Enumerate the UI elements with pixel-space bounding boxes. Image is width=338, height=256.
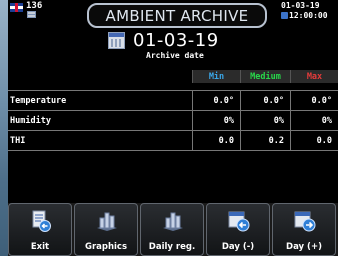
header-date: 01-03-19 [281, 1, 320, 10]
page-title: AMBIENT ARCHIVE [87, 3, 267, 28]
graphics-label: Graphics [84, 242, 128, 252]
col-medium-header: Medium [240, 70, 290, 83]
cell-medium: 0.2 [240, 131, 290, 150]
day-next-button[interactable]: Day (+) [272, 203, 336, 256]
calendar-icon[interactable] [108, 32, 125, 49]
cell-min: 0.0° [192, 91, 240, 110]
day-previous-button[interactable]: Day (-) [206, 203, 270, 256]
cell-medium: 0.0° [240, 91, 290, 110]
cell-medium: 0% [240, 111, 290, 130]
cell-max: 0% [290, 111, 338, 130]
cell-min: 0.0 [192, 131, 240, 150]
table-row-thi: THI 0.0 0.2 0.0 [8, 130, 338, 151]
graphics-button[interactable]: Graphics [74, 203, 138, 256]
header-time: 12:00:00 [289, 11, 328, 20]
cell-min: 0% [192, 111, 240, 130]
unit-number: 136 [26, 1, 43, 11]
row-label: THI [10, 135, 26, 146]
uk-flag-icon [10, 3, 23, 12]
day-next-label: Day (+) [286, 242, 322, 252]
exit-label: Exit [30, 242, 50, 252]
archive-date-caption: Archive date [146, 51, 204, 60]
bottom-toolbar: Exit Graphics Daily reg. Day (-) Day (+) [8, 203, 338, 256]
graphics-bars-icon [97, 212, 117, 231]
table-row-humidity: Humidity 0% 0% 0% [8, 110, 338, 130]
day-next-icon [294, 211, 316, 232]
daily-register-button[interactable]: Daily reg. [140, 203, 204, 256]
day-previous-label: Day (-) [221, 242, 255, 252]
table-row-temperature: Temperature 0.0° 0.0° 0.0° [8, 90, 338, 110]
col-min-header: Min [192, 70, 240, 83]
col-max-header: Max [290, 70, 338, 83]
screen-frame: 136 AMBIENT ARCHIVE 01-03-19 12:00:00 01… [0, 0, 338, 256]
daily-register-label: Daily reg. [148, 242, 196, 252]
cell-max: 0.0° [290, 91, 338, 110]
grid-icon [27, 11, 36, 18]
daily-register-bars-icon [163, 212, 183, 231]
header-time-wrap: 12:00:00 [281, 11, 328, 20]
exit-document-icon [32, 210, 51, 232]
archive-table: Min Medium Max Temperature 0.0° 0.0° 0.0… [8, 70, 338, 151]
exit-button[interactable]: Exit [8, 203, 72, 256]
archive-date[interactable]: 01-03-19 [133, 30, 219, 51]
row-label: Temperature [10, 95, 67, 106]
day-previous-icon [228, 211, 250, 232]
row-label: Humidity [10, 115, 51, 126]
cell-max: 0.0 [290, 131, 338, 150]
table-header: Min Medium Max [8, 70, 338, 83]
